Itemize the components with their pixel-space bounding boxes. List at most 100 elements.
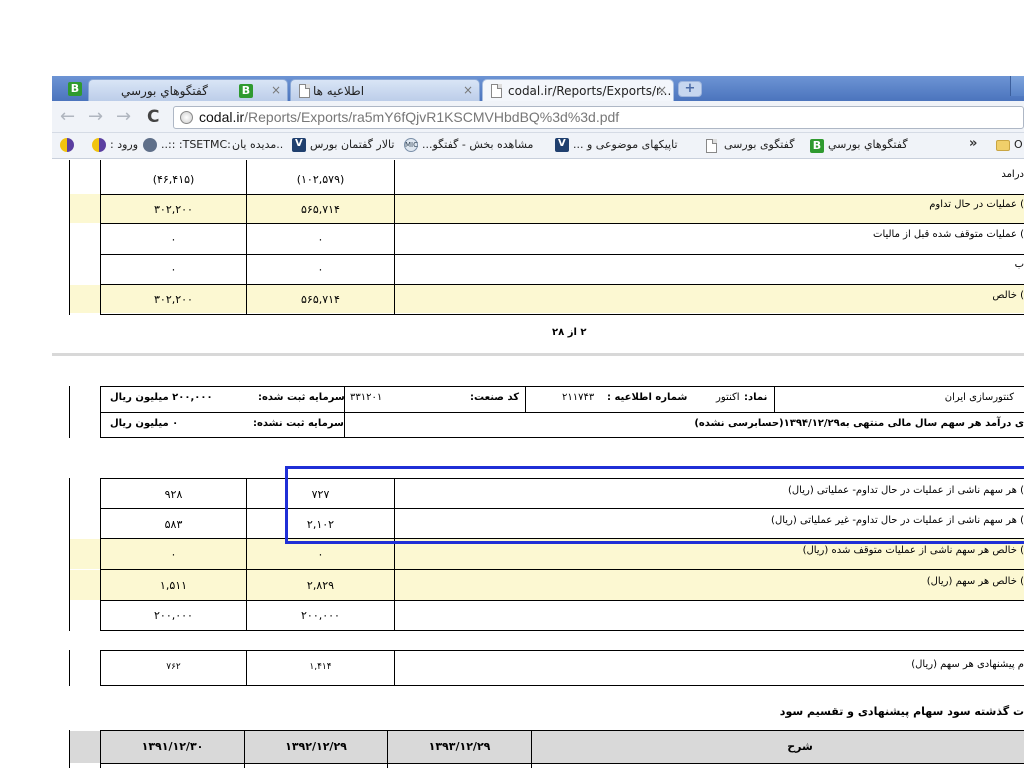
table-border — [100, 437, 1024, 438]
bookmarks-overflow-icon[interactable]: » — [969, 136, 977, 151]
circle-logo-icon — [60, 138, 74, 152]
table-border — [100, 386, 1024, 387]
forward-icon[interactable]: → — [116, 108, 131, 126]
reload-icon[interactable]: C — [147, 108, 159, 126]
forward-icon[interactable]: → — [88, 108, 103, 126]
cell-value: ۹۲۸ — [164, 488, 183, 501]
table-border — [100, 569, 1024, 570]
symbol-value: اکنتور — [716, 392, 740, 403]
back-icon[interactable]: ← — [60, 108, 75, 126]
cell-value: ۰ — [170, 233, 177, 246]
table-border — [394, 160, 395, 315]
tab-strip: B گفتگوهاي بورسي B × اطلاعیه ها × codal.… — [52, 76, 1024, 102]
company-name: کنتورسازی ایران — [944, 392, 1014, 403]
section-title: ت گذشته سود سهام پیشنهادی و تقسیم سود — [779, 705, 1024, 718]
table-border — [100, 763, 1024, 764]
tab-label: گفتگوهاي بورسي — [121, 84, 208, 98]
cell-value: ۲,۸۲۹ — [306, 579, 335, 592]
bookmark-tsetmc[interactable]: :TSETMC: ::.. — [161, 138, 231, 151]
bookmark-view-section[interactable]: مشاهده بخش - گفتگو... — [422, 138, 533, 151]
v-icon — [292, 138, 306, 152]
column-header-1392: ۱۳۹۲/۱۲/۲۹ — [285, 740, 347, 753]
table-border — [100, 223, 1024, 224]
cell-value: ۳۰۲,۲۰۰ — [154, 293, 193, 306]
unregistered-capital-value: ۰ میلیون ریال — [110, 418, 179, 429]
b-green-icon: B — [810, 139, 824, 153]
notice-value: ۲۱۱۷۴۳ — [562, 392, 595, 403]
column-header-1391: ۱۳۹۱/۱۲/۳۰ — [141, 740, 204, 753]
table-border — [100, 650, 1024, 651]
cell-value: (۴۶,۴۱۵) — [152, 173, 195, 186]
cell-value: ۰ — [317, 548, 324, 561]
selection-highlight-box — [285, 466, 1024, 544]
url-text[interactable]: codal.ir/Reports/Exports/ra5mY6fQjvR1KSC… — [199, 109, 619, 125]
address-bar[interactable]: codal.ir/Reports/Exports/ra5mY6fQjvR1KSC… — [173, 106, 1024, 129]
cell-value: ۰ — [170, 548, 177, 561]
table-border — [774, 386, 775, 412]
tab-notices[interactable]: اطلاعیه ها × — [290, 79, 480, 101]
row-label: ) عملیات در حال تداوم — [929, 199, 1024, 210]
tab-codal-pdf[interactable]: codal.ir/Reports/Exports/r... × — [482, 79, 674, 102]
registered-capital-label: سرمایه ثبت شده: — [258, 392, 345, 403]
row-label: ) خالص هر سهم (ریال) — [926, 576, 1024, 587]
window-minimize-button[interactable] — [1010, 76, 1024, 96]
b-green-icon[interactable]: B — [68, 82, 82, 96]
table-border — [100, 254, 1024, 255]
symbol-label: نماد: — [744, 392, 768, 403]
bookmark-topics[interactable]: تاپیکهای موضوعی و ... — [573, 138, 678, 151]
cell-value: ۵۶۵,۷۱۴ — [301, 203, 340, 216]
registered-capital-value: ۲۰۰,۰۰۰ میلیون ریال — [110, 392, 213, 403]
table-border — [69, 478, 70, 631]
url-host: codal.ir — [199, 109, 245, 125]
table-border — [69, 730, 70, 768]
new-tab-button[interactable]: + — [678, 81, 702, 97]
bookmark-folder-other[interactable]: O — [1014, 138, 1023, 151]
notice-label: شماره اطلاعیه : — [607, 392, 688, 403]
table-border — [100, 630, 1024, 631]
gear-circle-icon — [143, 138, 157, 152]
cell-value: ۲۰۰,۰۰۰ — [154, 609, 193, 622]
pdf-viewer[interactable]: درامد (۱۰۲,۵۷۹) (۴۶,۴۱۵) ) عملیات در حال… — [52, 160, 1024, 768]
close-icon[interactable]: × — [657, 83, 667, 97]
table-border — [100, 685, 1024, 686]
row-label: ) خالص هر سهم ناشی از عملیات متوقف شده (… — [802, 545, 1024, 556]
circle-logo-icon — [92, 138, 106, 152]
table-border — [69, 386, 70, 438]
row-label: درامد — [1001, 169, 1024, 180]
report-subtitle: ی درآمد هر سهم سال مالی منتهی به۱۳۹۴/۱۲/… — [694, 418, 1024, 429]
page-divider — [52, 353, 1024, 356]
mic-icon: MIC — [404, 138, 418, 152]
bookmark-mediyan[interactable]: ..مدیده یان — [232, 138, 283, 151]
cell-value: ۳۰۲,۲۰۰ — [154, 203, 193, 216]
cell-value: (۱۰۲,۵۷۹) — [296, 173, 345, 186]
close-icon[interactable]: × — [463, 83, 473, 97]
unregistered-capital-label: سرمایه ثبت نشده: — [253, 418, 344, 429]
close-icon[interactable]: × — [271, 83, 281, 97]
table-border — [100, 284, 1024, 285]
row-label: ) عملیات متوقف شده قبل از مالیات — [873, 229, 1024, 240]
bookmark-login[interactable]: ورود : — [110, 138, 138, 151]
cell-value: ۵۶۵,۷۱۴ — [301, 293, 340, 306]
bookmark-bourse-forum[interactable]: تالار گفتمان بورس — [310, 138, 394, 151]
row-label: م پیشنهادی هر سهم (ریال) — [911, 659, 1024, 670]
toolbar: ← → → C codal.ir/Reports/Exports/ra5mY6f… — [52, 101, 1024, 133]
bookmark-bourse-talk[interactable]: گفتگوی بورسی — [724, 138, 794, 151]
table-border — [69, 160, 70, 315]
cell-value: ۷۶۲ — [166, 662, 181, 672]
cell-value: ۱,۵۱۱ — [159, 579, 188, 592]
globe-icon — [180, 111, 193, 124]
browser-window: B گفتگوهاي بورسي B × اطلاعیه ها × codal.… — [0, 0, 1024, 768]
bookmark-bourse-chats[interactable]: گفتگوهاي بورسي — [828, 138, 908, 151]
table-border — [394, 650, 395, 686]
cell-value: ۰ — [317, 263, 324, 276]
cell-value: ۵۸۳ — [164, 518, 183, 531]
cell-value: ۱,۴۱۴ — [309, 662, 332, 672]
url-path: /Reports/Exports/ra5mY6fQjvR1KSCMVHbdBQ%… — [244, 109, 620, 125]
row-label: ب — [1014, 259, 1024, 270]
tab-bourse-talk[interactable]: گفتگوهاي بورسي B × — [88, 79, 288, 101]
table-border — [100, 412, 1024, 413]
column-header-1393: ۱۳۹۳/۱۲/۲۹ — [428, 740, 491, 753]
tab-label: codal.ir/Reports/Exports/r... — [508, 84, 672, 98]
table-border — [100, 600, 1024, 601]
industry-value: ۳۳۱۲۰۱ — [350, 392, 383, 403]
